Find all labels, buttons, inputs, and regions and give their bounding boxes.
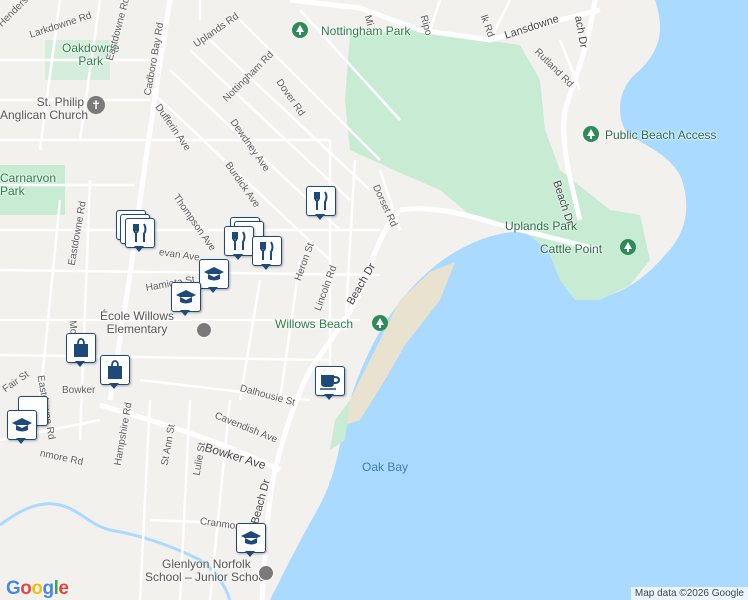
map-canvas[interactable]: Nottingham Park Oakdowne Park ✝ St. Phil… (0, 0, 748, 600)
tree-icon (372, 315, 388, 331)
graduation-cap-icon (176, 290, 196, 304)
ecole-willows-label[interactable]: École Willows Elementary (100, 310, 174, 336)
cross-icon: ✝ (87, 96, 105, 114)
school-pin[interactable] (199, 259, 229, 293)
tree-icon (583, 126, 599, 142)
school-pin[interactable] (171, 282, 201, 316)
tree-icon (620, 239, 636, 255)
shopping-pin[interactable] (66, 333, 96, 367)
restaurant-pin[interactable] (125, 218, 155, 252)
shopping-bag-icon (74, 338, 88, 357)
fork-knife-icon (314, 191, 328, 210)
shopping-pin[interactable] (100, 355, 130, 389)
cattle-point-label[interactable]: Cattle Point (540, 243, 602, 256)
map-attribution[interactable]: Map data ©2026 Google (630, 587, 748, 600)
graduation-cap-icon (12, 418, 32, 432)
street-bowker-rd: Bowker (62, 385, 96, 396)
restaurant-pin[interactable] (224, 226, 254, 260)
restaurant-pin[interactable] (306, 186, 336, 220)
shopping-bag-icon (108, 360, 122, 379)
st-philip-church-label[interactable]: St. Philip Anglican Church (0, 96, 88, 122)
street-milton: Mi (361, 14, 376, 28)
graduation-cap-icon (204, 267, 224, 281)
school-pin[interactable] (7, 410, 37, 444)
coffee-cup-icon (320, 375, 341, 390)
cafe-pin[interactable] (315, 366, 345, 400)
fork-knife-icon (260, 241, 274, 260)
school-marker-icon (258, 565, 274, 581)
google-logo: Google (6, 578, 69, 599)
map-base-layer (0, 0, 748, 600)
public-beach-access-label[interactable]: Public Beach Access (605, 129, 716, 142)
oak-bay-water-label: Oak Bay (362, 460, 409, 474)
fork-knife-icon (133, 223, 147, 242)
glenlyon-school-label[interactable]: Glenlyon Norfolk School – Junior School (145, 558, 268, 584)
fork-knife-icon (232, 231, 246, 250)
willows-beach-label[interactable]: Willows Beach (275, 318, 353, 331)
carnarvon-park-label[interactable]: Carnarvon Park (0, 172, 56, 198)
graduation-cap-icon (241, 531, 261, 545)
school-pin[interactable] (236, 523, 266, 557)
restaurant-pin[interactable] (252, 236, 282, 270)
school-marker-icon (196, 322, 212, 338)
tree-icon (292, 22, 308, 38)
